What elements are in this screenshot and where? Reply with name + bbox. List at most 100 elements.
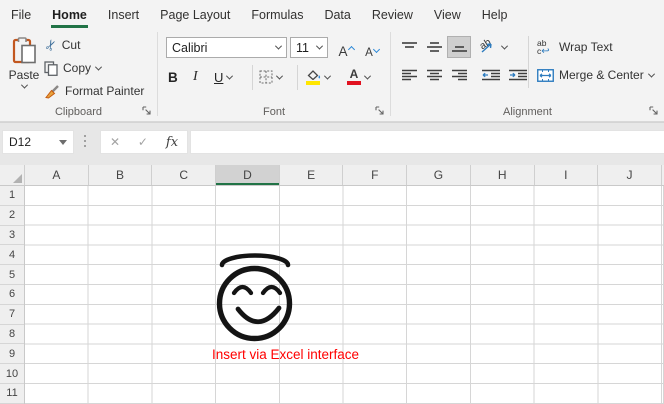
ribbon-tab-bar: File Home Insert Page Layout Formulas Data Rev… [0, 0, 664, 28]
cut-button[interactable]: ✂ Cut [45, 35, 80, 55]
select-all-button[interactable] [0, 165, 25, 185]
bold-glyph: B [168, 70, 178, 85]
increase-indent-button[interactable] [506, 64, 530, 86]
tab-help[interactable]: Help [481, 3, 509, 28]
underline-glyph: U [214, 70, 223, 85]
font-group: Calibri 11 A A B I U [158, 28, 390, 121]
format-painter-brush-icon [44, 84, 60, 99]
select-all-triangle-icon [13, 174, 22, 183]
tab-insert[interactable]: Insert [107, 3, 140, 28]
align-left-icon [402, 69, 417, 81]
column-header-A[interactable]: A [25, 165, 89, 185]
font-dialog-launcher[interactable] [375, 106, 385, 116]
row-header-3[interactable]: 3 [0, 226, 24, 246]
excel-window: File Home Insert Page Layout Formulas Data Rev… [0, 0, 664, 404]
row-header-6[interactable]: 6 [0, 285, 24, 305]
merge-center-button[interactable]: Merge & Center [537, 64, 654, 86]
column-header-C[interactable]: C [152, 165, 216, 185]
italic-button[interactable]: I [193, 66, 198, 88]
bottom-align-button[interactable] [447, 36, 471, 58]
orientation-icon: ab [479, 39, 497, 55]
tab-view[interactable]: View [433, 3, 462, 28]
divider [297, 65, 298, 90]
font-size-combo[interactable]: 11 [290, 37, 328, 58]
tab-data[interactable]: Data [323, 3, 351, 28]
paste-clipboard-icon [11, 36, 37, 66]
tab-review[interactable]: Review [371, 3, 414, 28]
decrease-font-size-button[interactable]: A [360, 37, 384, 59]
column-header-I[interactable]: I [535, 165, 599, 185]
tab-formulas[interactable]: Formulas [250, 3, 304, 28]
tab-file[interactable]: File [10, 3, 32, 28]
font-color-button[interactable]: A [347, 66, 370, 88]
orientation-chevron-icon [501, 42, 508, 49]
caret-down-icon [373, 46, 380, 53]
orientation-button[interactable]: ab [479, 36, 507, 58]
paste-button[interactable]: Paste [5, 32, 43, 116]
middle-align-icon [427, 41, 442, 53]
row-header-10[interactable]: 10 [0, 364, 24, 384]
format-painter-button[interactable]: Format Painter [44, 81, 144, 101]
borders-button[interactable] [259, 66, 282, 88]
row-header-1[interactable]: 1 [0, 186, 24, 206]
formula-bar-strip: D12 ✕ ✓ fx [0, 122, 664, 165]
underline-chevron-icon [226, 72, 233, 79]
row-header-11[interactable]: 11 [0, 384, 24, 404]
tab-page-layout[interactable]: Page Layout [159, 3, 231, 28]
clipboard-dialog-launcher[interactable] [142, 106, 152, 116]
smiley-face-with-halo-drawing[interactable] [210, 246, 296, 344]
middle-align-button[interactable] [422, 36, 446, 58]
formula-buttons-panel: ✕ ✓ fx [100, 130, 188, 154]
row-header-2[interactable]: 2 [0, 206, 24, 226]
name-box-dropdown-icon [59, 140, 67, 145]
row-header-4[interactable]: 4 [0, 245, 24, 265]
cancel-button[interactable]: ✕ [110, 135, 120, 149]
align-left-button[interactable] [397, 64, 421, 86]
copy-button[interactable]: Copy [44, 58, 101, 78]
column-header-B[interactable]: B [89, 165, 153, 185]
column-headers: ABCDEFGHIJ [0, 165, 664, 186]
font-size-value: 11 [296, 41, 309, 55]
alignment-group: ab ab c↩ Wrap Text [391, 28, 664, 121]
underline-button[interactable]: U [214, 66, 232, 88]
align-right-button[interactable] [447, 64, 471, 86]
copy-label: Copy [63, 61, 91, 75]
name-box[interactable]: D12 [2, 130, 74, 154]
wrap-text-button[interactable]: ab c↩ Wrap Text [537, 36, 613, 58]
formula-input[interactable] [190, 130, 664, 154]
font-name-combo[interactable]: Calibri [166, 37, 287, 58]
top-align-button[interactable] [397, 36, 421, 58]
column-header-G[interactable]: G [407, 165, 471, 185]
annotation-text[interactable]: Insert via Excel interface [212, 347, 359, 362]
font-group-label: Font [158, 106, 390, 118]
cut-label: Cut [62, 38, 81, 52]
column-header-D[interactable]: D [216, 165, 280, 185]
column-header-H[interactable]: H [471, 165, 535, 185]
row-header-7[interactable]: 7 [0, 305, 24, 325]
font-name-chevron-icon [275, 43, 282, 50]
tab-home[interactable]: Home [51, 3, 88, 28]
fill-color-chevron-icon [324, 72, 331, 79]
enter-button[interactable]: ✓ [138, 135, 148, 149]
column-header-E[interactable]: E [280, 165, 344, 185]
column-header-F[interactable]: F [343, 165, 407, 185]
paste-dropdown-chevron-icon [20, 82, 27, 89]
copy-icon [44, 61, 58, 76]
font-size-chevron-icon [316, 43, 323, 50]
insert-function-button[interactable]: fx [166, 135, 178, 150]
center-button[interactable] [422, 64, 446, 86]
row-header-8[interactable]: 8 [0, 325, 24, 345]
increase-font-size-button[interactable]: A [334, 37, 358, 59]
row-header-9[interactable]: 9 [0, 344, 24, 364]
column-header-J[interactable]: J [598, 165, 662, 185]
row-header-5[interactable]: 5 [0, 265, 24, 285]
alignment-dialog-launcher[interactable] [649, 106, 659, 116]
bold-button[interactable]: B [168, 66, 178, 88]
format-painter-label: Format Painter [65, 84, 144, 98]
name-box-value: D12 [9, 135, 31, 149]
decrease-indent-button[interactable] [479, 64, 503, 86]
fill-color-button[interactable] [305, 66, 330, 88]
merge-center-chevron-icon [648, 70, 655, 77]
caret-up-icon [347, 46, 354, 53]
cells-area[interactable] [25, 186, 664, 404]
